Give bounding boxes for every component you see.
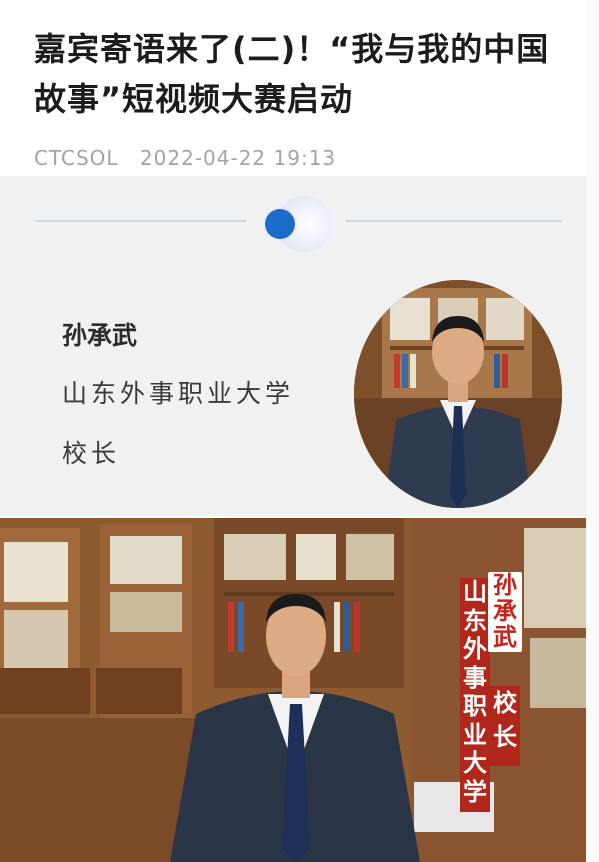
guest-portrait [354,280,562,508]
divider-accent-dot [265,209,295,239]
video-caption-organization: 山 东 外 事 职 业 大 学 [460,578,490,812]
article-source[interactable]: CTCSOL [34,146,119,170]
page-edge [586,0,599,862]
divider-line-left [36,220,246,222]
caption-char: 大 [463,749,487,777]
caption-char: 承 [493,597,517,625]
caption-char: 长 [493,723,517,751]
caption-char: 外 [463,635,487,663]
guest-position: 校长 [62,439,121,468]
caption-char: 校 [493,689,517,717]
video-caption-role: 校 长 [490,686,520,766]
portrait-illustration [354,280,562,508]
caption-char: 业 [463,720,487,749]
video-caption-name: 孙 承 武 [488,572,522,652]
guest-card: 孙承武 山东外事职业大学 校长 [0,176,586,516]
guest-organization: 山东外事职业大学 [62,379,295,408]
article-title: 嘉宾寄语来了(二)！“我与我的中国故事”短视频大赛启动 [34,30,550,118]
caption-char: 事 [463,663,487,692]
divider-line-right [346,220,562,222]
caption-char: 武 [493,623,517,651]
article-datetime: 2022-04-22 19:13 [139,146,337,170]
caption-char: 学 [463,777,487,806]
article-meta: CTCSOL 2022-04-22 19:13 [34,146,336,170]
caption-char: 东 [463,606,487,635]
caption-char: 孙 [493,571,517,599]
caption-char: 职 [463,692,487,720]
caption-char: 山 [463,578,487,606]
guest-name: 孙承武 [62,321,138,350]
